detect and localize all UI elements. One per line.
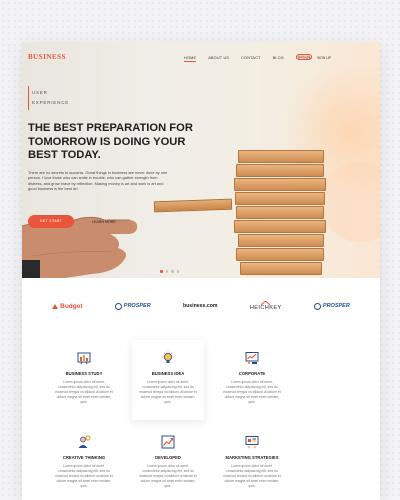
service-card[interactable]: MARKETING STRATEGIES Lorem ipsum dolor s… [216,424,288,500]
nav-link-blog[interactable]: BLOG [273,56,284,60]
service-text: Lorem ipsum dolor sit amet, consectetur … [223,464,281,488]
logo[interactable]: BUSINESS [28,53,66,61]
jenga-block [236,164,324,177]
learn-more-link[interactable]: LEARN MORE [92,220,116,224]
service-text: Lorem ipsum dolor sit amet, consectetur … [55,380,113,404]
service-title: DEVELOPED [155,455,181,460]
service-text: Lorem ipsum dolor sit amet, consectetur … [55,464,113,488]
get-start-button[interactable]: GET START [28,215,74,228]
service-card[interactable]: DEVELOPED Lorem ipsum dolor sit amet, co… [132,424,204,500]
marketing-board-icon [245,436,259,449]
slider-dot[interactable] [171,270,174,273]
eyebrow-line-1: USER [32,90,48,95]
jenga-block [234,178,326,191]
jenga-block [238,150,324,163]
partner-logo-heichkey: HEICHKEY [250,301,282,311]
hero-eyebrow: USER EXPERIENCE [28,86,69,110]
service-title: BUSINESS STUDY [65,371,103,376]
service-text: Lorem ipsum dolor sit amet, consectetur … [223,380,281,404]
jenga-block [236,248,324,261]
jenga-block [234,220,326,233]
partner-logo-businesscom: business.com [182,303,218,309]
service-text: Lorem ipsum dolor sit amet, consectetur … [139,380,197,404]
slider-dot[interactable] [165,270,168,273]
hero-subcopy: There are no secrets to success. Great t… [28,170,168,192]
prosper-icon [114,302,122,310]
service-title: BUSINESS IDEA [151,371,185,376]
service-card[interactable]: CREATIVE THINKING Lorem ipsum dolor sit … [48,424,120,500]
service-card[interactable]: CORPORATE Lorem ipsum dolor sit amet, co… [216,340,288,420]
slider-dot[interactable] [160,270,163,273]
hand-illustration [22,216,138,278]
eyebrow-line-2: EXPERIENCE [32,100,70,105]
nav-link-home[interactable]: HOME [184,56,197,62]
budget-icon [52,303,59,309]
chart-board-icon [77,352,91,365]
service-title: CREATIVE THINKING [62,455,106,460]
presentation-icon [245,352,259,365]
partner-logo-budget: Budget [52,303,83,310]
person-gear-icon [78,435,91,448]
hero-headline: THE BEST PREPARATION FOR TOMORROW IS DOI… [28,122,193,161]
service-card[interactable]: BUSINESS STUDY Lorem ipsum dolor sit ame… [48,340,120,420]
partner-logo-prosper-2: PROSPER [313,302,350,310]
service-title: CORPORATE [238,371,266,376]
pulled-jenga-block [153,198,233,213]
service-card-highlighted[interactable]: BUSINESS IDEA Lorem ipsum dolor sit amet… [132,340,204,420]
jenga-block [240,262,322,275]
website-page: BUSINESS HOME ABOUT US CONTACT BLOG OPTI… [22,42,380,500]
hero-section: BUSINESS HOME ABOUT US CONTACT BLOG OPTI… [22,42,380,278]
lightbulb-icon [162,351,174,363]
service-text: Lorem ipsum dolor sit amet, consectetur … [139,464,197,488]
growth-chart-icon [161,435,175,449]
slider-dots [160,270,179,273]
sign-up-link[interactable]: SIGN UP [317,56,331,60]
service-title: MARKETING STRATEGIES [225,455,279,460]
jenga-block [235,192,325,205]
slider-dot[interactable] [176,270,179,273]
sign-in-button[interactable]: SIGN IN [296,54,312,60]
navbar: BUSINESS HOME ABOUT US CONTACT BLOG OPTI… [22,42,380,72]
jenga-block [236,206,324,219]
partner-logo-prosper: PROSPER [114,302,151,310]
nav-link-contact[interactable]: CONTACT [241,56,260,60]
nav-link-about[interactable]: ABOUT US [208,56,229,60]
partner-logos: Budget PROSPER business.com HEICHKEY PRO… [22,296,380,316]
jenga-block [238,234,324,247]
prosper-icon [313,302,321,310]
